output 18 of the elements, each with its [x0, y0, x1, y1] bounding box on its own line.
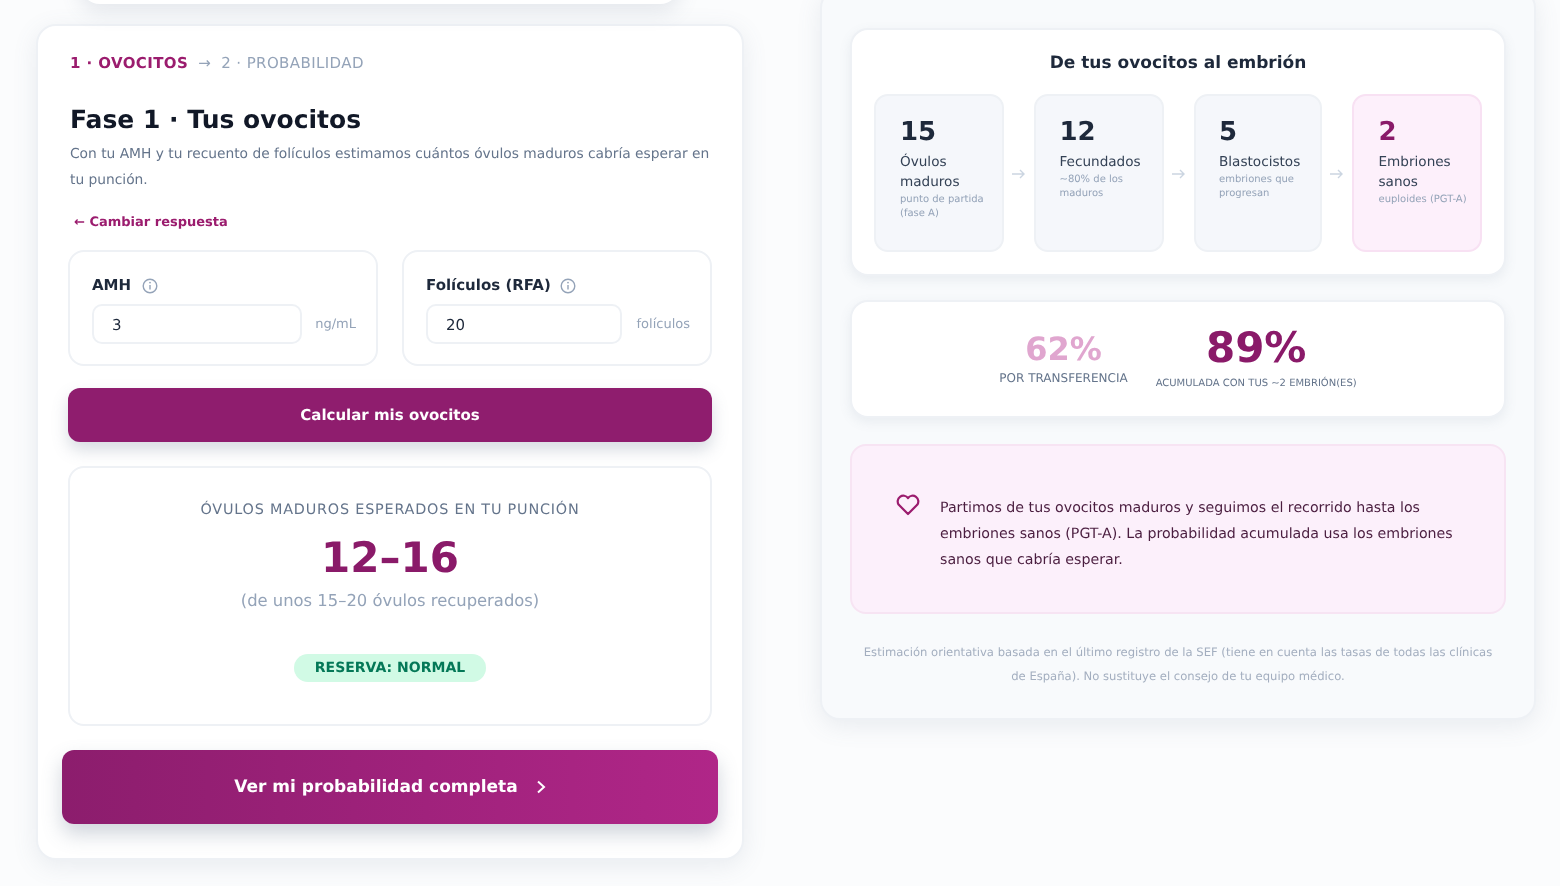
arrow-icon [1330, 167, 1345, 179]
arrow-icon [1171, 167, 1185, 179]
probability-value: 89% [1205, 328, 1307, 370]
phase-title: Fase 1 · Tus ovocitos [70, 104, 364, 134]
egg-range: 12–16 [321, 534, 459, 582]
stage-count: 12 [1059, 118, 1098, 148]
stage-count: 2 [1378, 118, 1399, 148]
heart-icon [896, 494, 920, 516]
chevron-icon [535, 780, 546, 794]
continue-button[interactable]: Ver mi probabilidad completa [62, 750, 718, 824]
info-icon[interactable] [141, 277, 158, 293]
arrow-icon [1011, 167, 1026, 179]
probability-value: 62% [1025, 333, 1102, 365]
result-note: (de unos 15–20 óvulos recuperados) [240, 590, 540, 610]
stage-count: 5 [1219, 118, 1240, 148]
stage-count: 15 [900, 118, 939, 148]
funnel-title: De tus ovocitos al embrión [1047, 54, 1309, 74]
info-icon[interactable] [560, 277, 577, 293]
